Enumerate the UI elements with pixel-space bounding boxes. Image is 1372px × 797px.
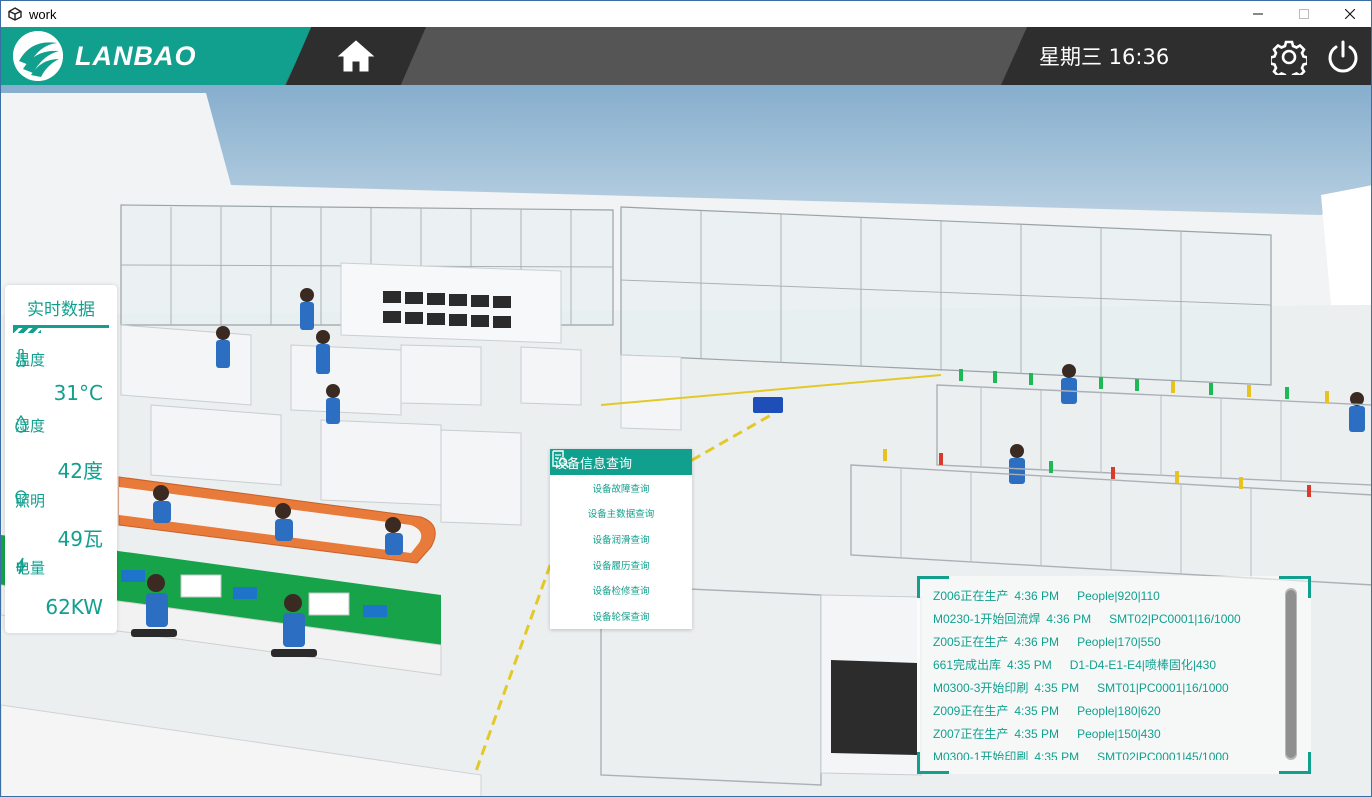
log-row: M0300-1开始印刷 4:35 PM SMT02|PC0001|45/1000 [933,749,1229,761]
power-icon [1328,40,1358,73]
gear-icon [1271,40,1307,75]
window-titlebar[interactable]: work [1,1,1371,27]
lanbao-logo-icon [13,31,63,81]
power-usage-label: 电量 [15,557,46,577]
settings-button[interactable] [1269,37,1309,77]
thermometer-icon [16,349,26,367]
lighting-label: 照明 [15,490,46,510]
event-log-panel: Z006正在生产 4:36 PM People|920|110 M0230-1开始回… [917,576,1311,774]
brand-name: LANBAO [75,40,197,71]
title-underline [13,325,109,333]
temperature-label: 温度 [15,349,46,369]
home-icon [337,40,375,72]
window-controls [1235,1,1371,27]
temperature-value: 31°C [53,381,103,405]
app-window: work LANBAO 星期三 16:36 实时数据 温度 31°C 湿度 42… [0,0,1372,797]
minimize-button[interactable] [1235,1,1281,27]
app-header: LANBAO 星期三 16:36 [1,27,1371,85]
device-info-menu: 设备信息查询 设备故障查询 设备主数据查询 设备润滑查询 设备履历查询 设备检修… [550,449,692,629]
menu-item-repair-query[interactable]: 设备检修查询 [550,577,692,603]
log-scrollbar[interactable] [1285,588,1297,760]
menu-item-history-query[interactable]: 设备履历查询 [550,552,692,578]
log-row: M0230-1开始回流焊 4:36 PM SMT02|PC0001|16/1000 [933,611,1241,627]
window-title: work [29,6,57,22]
menu-item-master-data-query[interactable]: 设备主数据查询 [550,501,692,527]
log-row: M0300-3开始印刷 4:35 PM SMT01|PC0001|16/1000 [933,680,1229,696]
factory-3d-view[interactable]: 实时数据 温度 31°C 湿度 42度 照明 49瓦 电量 62KW 设备信息查… [1,85,1371,796]
power-button[interactable] [1323,37,1363,77]
maximize-button[interactable] [1281,1,1327,27]
menu-item-lubrication-query[interactable]: 设备润滑查询 [550,526,692,552]
bulb-icon [15,490,27,506]
power-usage-value: 62KW [45,595,103,619]
menu-item-fault-query[interactable]: 设备故障查询 [550,475,692,501]
log-row: 661完成出库 4:35 PM D1-D4-E1-E4|喷棒固化|430 [933,657,1217,673]
clock-panel: 星期三 16:36 [1001,27,1371,85]
lighting-value: 49瓦 [57,527,103,551]
droplet-icon [15,415,27,433]
realtime-data-panel: 实时数据 温度 31°C 湿度 42度 照明 49瓦 电量 62KW [5,285,117,633]
log-row: Z005正在生产 4:36 PM People|170|550 [933,634,1161,650]
lightning-icon [15,557,27,575]
weekday-time: 星期三 16:36 [1039,45,1170,69]
menu-item-rotation-maintenance-query[interactable]: 设备轮保查询 [550,603,692,629]
log-row: Z007正在生产 4:35 PM People|150|430 [933,726,1161,742]
log-row: Z009正在生产 4:35 PM People|180|620 [933,703,1161,719]
brand-logo: LANBAO [1,27,313,85]
unity-app-icon [7,6,23,22]
humidity-value: 42度 [57,459,103,483]
document-search-icon [552,450,570,469]
log-row: Z006正在生产 4:36 PM People|920|110 [933,588,1160,604]
realtime-panel-title: 实时数据 [27,300,95,320]
device-menu-header: 设备信息查询 [550,449,692,475]
humidity-label: 湿度 [15,415,46,435]
event-log-list[interactable]: Z006正在生产 4:36 PM People|920|110 M0230-1开始回… [933,584,1283,761]
close-button[interactable] [1327,1,1371,27]
log-scrollbar-thumb[interactable] [1286,590,1296,758]
